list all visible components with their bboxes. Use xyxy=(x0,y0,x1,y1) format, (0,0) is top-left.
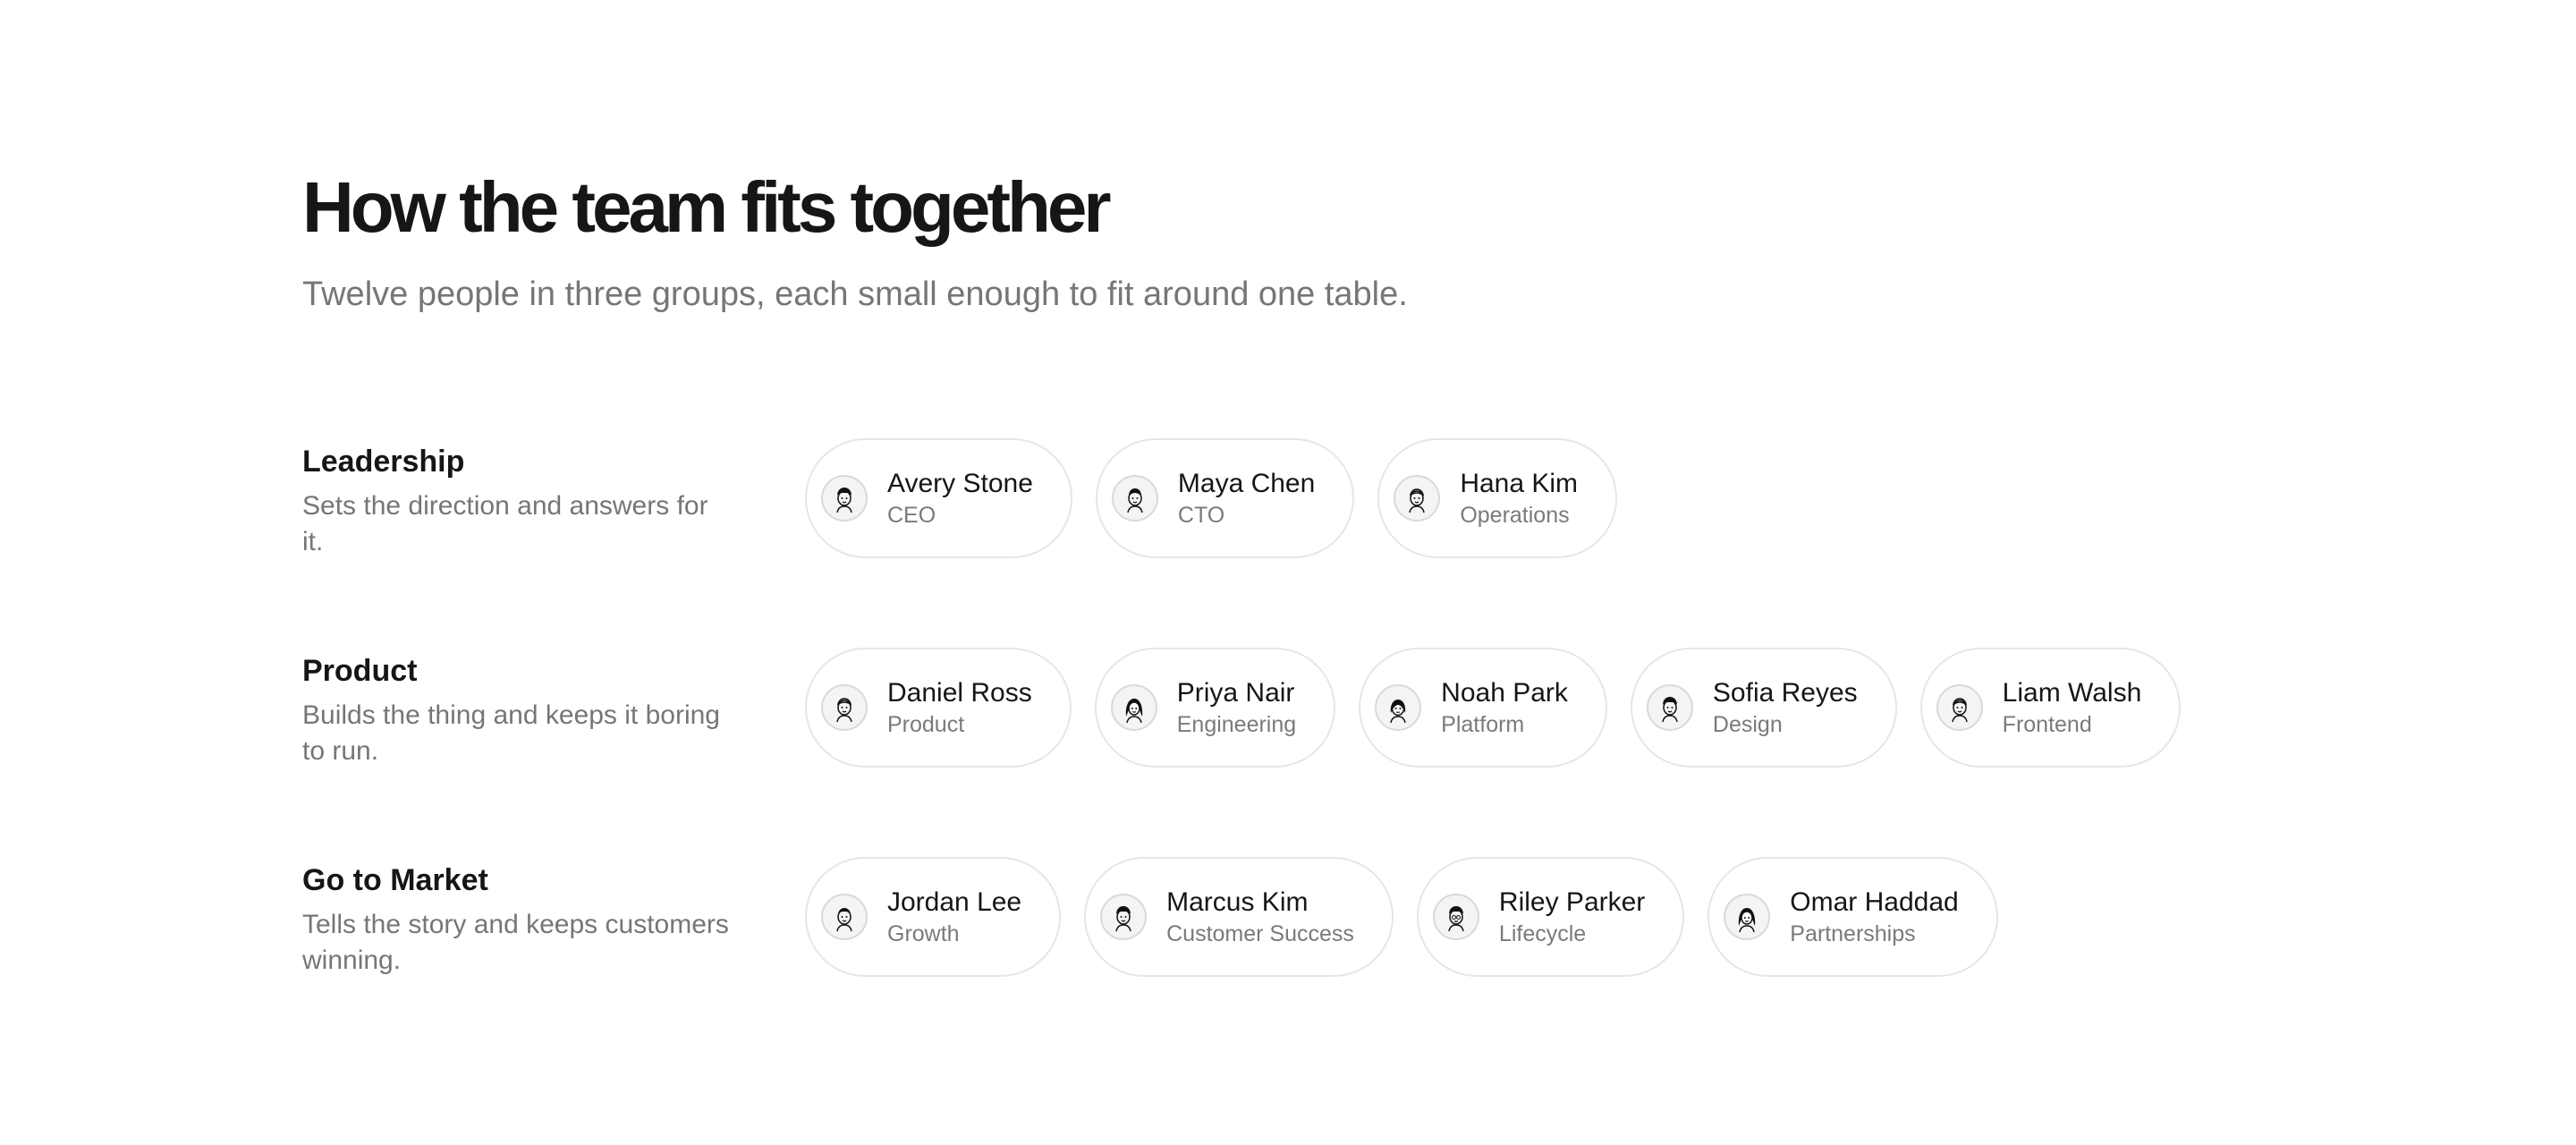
member-name: Marcus Kim xyxy=(1166,887,1309,917)
member-name: Noah Park xyxy=(1441,678,1568,708)
member-pill[interactable]: Omar Haddad Partnerships xyxy=(1707,857,1998,977)
member-text: Riley Parker Lifecycle xyxy=(1499,886,1645,948)
member-role: Lifecycle xyxy=(1498,921,1587,946)
avatar-icon xyxy=(821,475,868,522)
avatar-icon xyxy=(821,894,868,940)
member-role: Partnerships xyxy=(1790,921,1916,946)
member-pill[interactable]: Riley Parker Lifecycle xyxy=(1416,857,1685,977)
member-text: Hana Kim Operations xyxy=(1460,467,1578,530)
avatar-icon xyxy=(1724,894,1771,940)
member-name: Hana Kim xyxy=(1460,469,1579,498)
member-role: CEO xyxy=(887,503,936,528)
avatar-icon xyxy=(1100,894,1148,940)
member-name: Daniel Ross xyxy=(887,678,1032,708)
member-pill[interactable]: Maya Chen CTO xyxy=(1095,438,1355,558)
member-list: Jordan Lee Growth Marcus Kim Customer Su… xyxy=(805,857,1998,977)
avatar-icon xyxy=(1111,475,1158,522)
member-name: Riley Parker xyxy=(1498,887,1646,917)
member-role: Growth xyxy=(887,921,960,946)
group-description: Sets the direction and answers for it. xyxy=(302,491,708,556)
member-role: Product xyxy=(887,712,965,737)
member-pill[interactable]: Jordan Lee Growth xyxy=(805,857,1062,977)
member-role: Engineering xyxy=(1176,712,1297,737)
avatar-icon xyxy=(1936,684,1983,731)
group-info: Go to Market Tells the story and keeps c… xyxy=(302,857,732,979)
avatar-icon xyxy=(1432,894,1479,940)
member-text: Jordan Lee Growth xyxy=(887,886,1021,948)
member-name: Liam Walsh xyxy=(2002,678,2142,708)
member-pill[interactable]: Avery Stone CEO xyxy=(805,438,1072,558)
member-pill[interactable]: Daniel Ross Product xyxy=(805,648,1072,768)
member-role: Platform xyxy=(1441,712,1525,737)
avatar-icon xyxy=(1646,684,1693,731)
member-text: Priya Nair Engineering xyxy=(1177,676,1296,739)
group-info: Product Builds the thing and keeps it bo… xyxy=(302,648,732,769)
member-pill[interactable]: Hana Kim Operations xyxy=(1377,438,1618,558)
member-role: Design xyxy=(1712,712,1783,737)
group-info: Leadership Sets the direction and answer… xyxy=(302,438,732,560)
member-list: Avery Stone CEO Maya Chen CTO Hana Kim O… xyxy=(805,438,1618,558)
avatar-icon xyxy=(1394,475,1441,522)
member-pill[interactable]: Marcus Kim Customer Success xyxy=(1084,857,1394,977)
group-name: Leadership xyxy=(302,445,465,479)
member-name: Jordan Lee xyxy=(887,887,1022,917)
member-list: Daniel Ross Product Priya Nair Engineeri… xyxy=(805,648,2182,768)
page-title: How the team fits together xyxy=(302,167,1112,247)
avatar-icon xyxy=(821,684,868,731)
page-subtitle: Twelve people in three groups, each smal… xyxy=(302,276,1408,313)
member-text: Avery Stone CEO xyxy=(887,467,1033,530)
member-text: Omar Haddad Partnerships xyxy=(1790,886,1958,948)
group-name: Product xyxy=(302,654,418,688)
avatar-icon xyxy=(1375,684,1422,731)
member-pill[interactable]: Noah Park Platform xyxy=(1359,648,1607,768)
member-name: Maya Chen xyxy=(1177,469,1316,498)
member-role: CTO xyxy=(1177,503,1225,528)
member-pill[interactable]: Sofia Reyes Design xyxy=(1630,648,1897,768)
member-pill[interactable]: Priya Nair Engineering xyxy=(1094,648,1336,768)
member-text: Maya Chen CTO xyxy=(1178,467,1315,530)
page: How the team fits together Twelve people… xyxy=(0,0,2576,1145)
member-text: Noah Park Platform xyxy=(1441,676,1568,739)
member-text: Liam Walsh Frontend xyxy=(2003,676,2142,739)
member-name: Omar Haddad xyxy=(1790,887,1959,917)
member-text: Daniel Ross Product xyxy=(887,676,1032,739)
page-header: How the team fits together Twelve people… xyxy=(302,161,1408,317)
member-pill[interactable]: Liam Walsh Frontend xyxy=(1919,648,2182,768)
member-name: Sofia Reyes xyxy=(1712,678,1858,708)
group-description: Builds the thing and keeps it boring to … xyxy=(302,700,720,766)
member-name: Priya Nair xyxy=(1176,678,1295,708)
group-product: Product Builds the thing and keeps it bo… xyxy=(302,648,2449,857)
group-description: Tells the story and keeps customers winn… xyxy=(302,910,729,975)
member-name: Avery Stone xyxy=(887,469,1033,498)
group-name: Go to Market xyxy=(302,863,488,897)
member-text: Marcus Kim Customer Success xyxy=(1166,886,1354,948)
member-role: Operations xyxy=(1460,503,1570,528)
member-role: Frontend xyxy=(2002,712,2092,737)
group-go-to-market: Go to Market Tells the story and keeps c… xyxy=(302,857,2449,1066)
team-groups: Leadership Sets the direction and answer… xyxy=(302,438,2449,1066)
member-role: Customer Success xyxy=(1166,921,1354,946)
avatar-icon xyxy=(1110,684,1157,731)
group-leadership: Leadership Sets the direction and answer… xyxy=(302,438,2449,648)
member-text: Sofia Reyes Design xyxy=(1713,676,1858,739)
